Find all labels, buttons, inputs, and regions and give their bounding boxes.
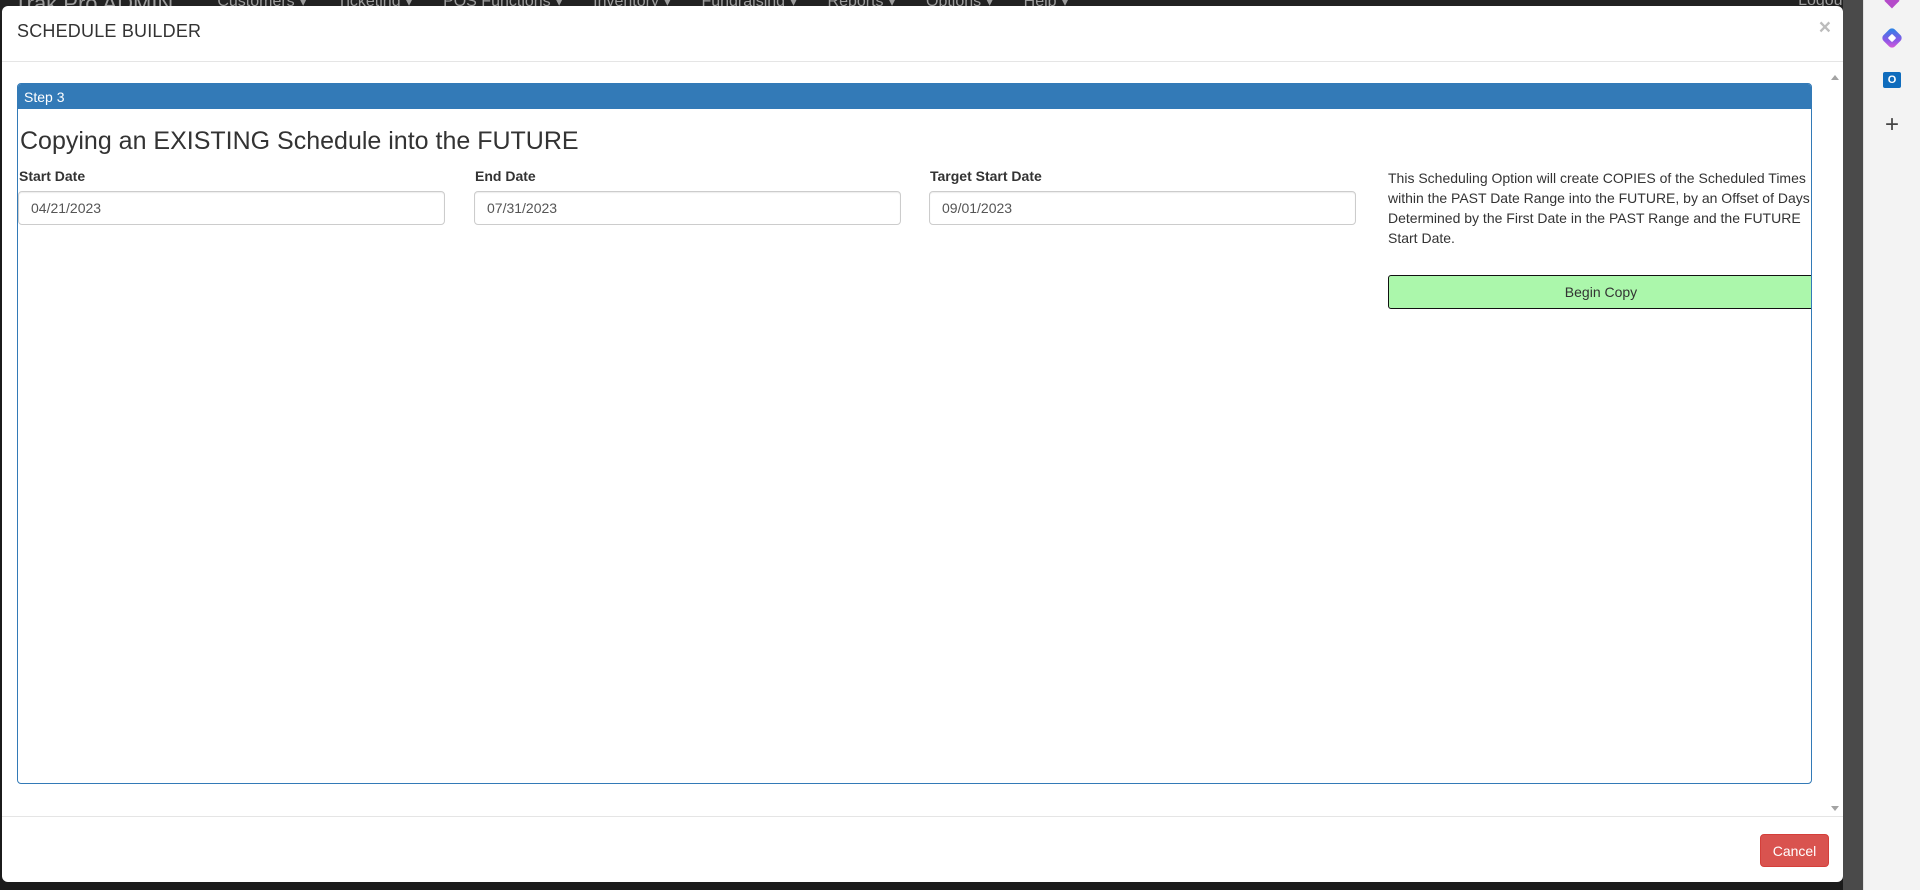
panel-title: Copying an EXISTING Schedule into the FU… [20, 127, 579, 155]
outlook-icon[interactable]: O [1881, 69, 1903, 91]
end-date-group: End Date [474, 168, 901, 225]
scroll-up-icon[interactable] [1831, 75, 1839, 80]
schedule-builder-modal: SCHEDULE BUILDER × Step 3 Copying an EXI… [2, 6, 1843, 882]
overlay-strip [1843, 0, 1863, 890]
target-start-date-input[interactable] [929, 191, 1356, 225]
copilot-icon[interactable] [1880, 26, 1904, 50]
scroll-down-icon[interactable] [1831, 806, 1839, 811]
modal-title: SCHEDULE BUILDER [17, 21, 202, 41]
cancel-button[interactable]: Cancel [1760, 834, 1829, 867]
panel-heading: Step 3 [18, 84, 1811, 109]
modal-header: SCHEDULE BUILDER × [2, 6, 1843, 62]
modal-body: Step 3 Copying an EXISTING Schedule into… [2, 63, 1843, 821]
target-start-date-group: Target Start Date [929, 168, 1356, 225]
target-start-date-label: Target Start Date [930, 168, 1042, 184]
browser-side-panel: ◆ O + [1863, 0, 1920, 890]
start-date-input[interactable] [18, 191, 445, 225]
add-icon[interactable]: + [1881, 111, 1903, 138]
close-icon[interactable]: × [1819, 16, 1831, 40]
modal-footer: Cancel [2, 816, 1843, 882]
end-date-input[interactable] [474, 191, 901, 225]
begin-copy-button[interactable]: Begin Copy [1388, 275, 1811, 309]
extension-icon[interactable]: ◆ [1881, 0, 1903, 11]
end-date-label: End Date [475, 168, 536, 184]
start-date-label: Start Date [19, 168, 86, 184]
start-date-group: Start Date [18, 168, 445, 225]
modal-scrollbar[interactable] [1825, 63, 1843, 821]
step-panel: Step 3 Copying an EXISTING Schedule into… [17, 83, 1812, 784]
scheduling-info-text: This Scheduling Option will create COPIE… [1388, 170, 1810, 246]
